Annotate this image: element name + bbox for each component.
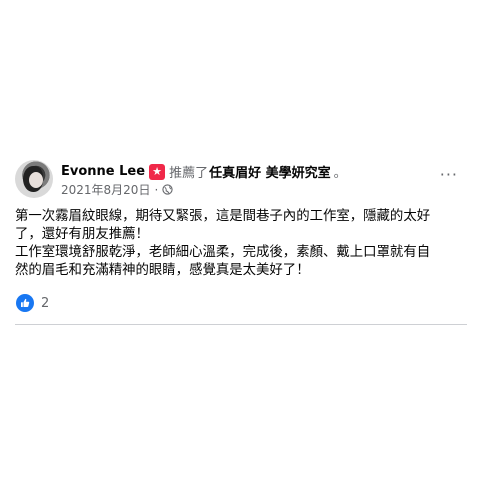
reaction-count: 2 [41,295,50,311]
post-date[interactable]: 2021年8月20日 [61,181,150,198]
post-meta: 2021年8月20日 · [61,181,173,198]
more-options-icon[interactable]: ··· [440,167,458,183]
meta-separator: · [154,182,159,197]
star-badge-icon: ★ [149,163,166,180]
globe-icon [162,184,173,195]
recommends-label: 推薦了 [169,166,209,181]
header-dot: 。 [333,166,347,181]
avatar-face [29,172,43,188]
post-body: 第一次霧眉紋眼線，期待又緊張，這是間巷子內的工作室，隱藏的太好 了，還好有朋友推… [15,208,467,280]
author-avatar[interactable] [15,160,53,198]
recommendation-post: Evonne Lee ★ 推薦了 任真眉好 美學妍究室 。 2021年8月20日… [0,146,480,326]
post-body-line: 然的眉毛和充滿精神的眼睛，感覺真是太美好了！ [15,263,310,278]
page-name-link[interactable]: 任真眉好 美學妍究室 [209,162,331,181]
author-name[interactable]: Evonne Lee [61,164,145,179]
like-icon [16,294,34,312]
post-body-line: 了，還好有朋友推薦！ [15,227,149,242]
post-divider [15,324,467,325]
post-body-line: 工作室環境舒服乾淨，老師細心溫柔，完成後，素顏、戴上口罩就有自 [15,245,431,260]
post-body-line: 第一次霧眉紋眼線，期待又緊張，這是間巷子內的工作室，隱藏的太好 [15,209,431,224]
post-header: Evonne Lee ★ 推薦了 任真眉好 美學妍究室 。 [61,162,347,181]
reaction-summary[interactable]: 2 [16,294,49,312]
